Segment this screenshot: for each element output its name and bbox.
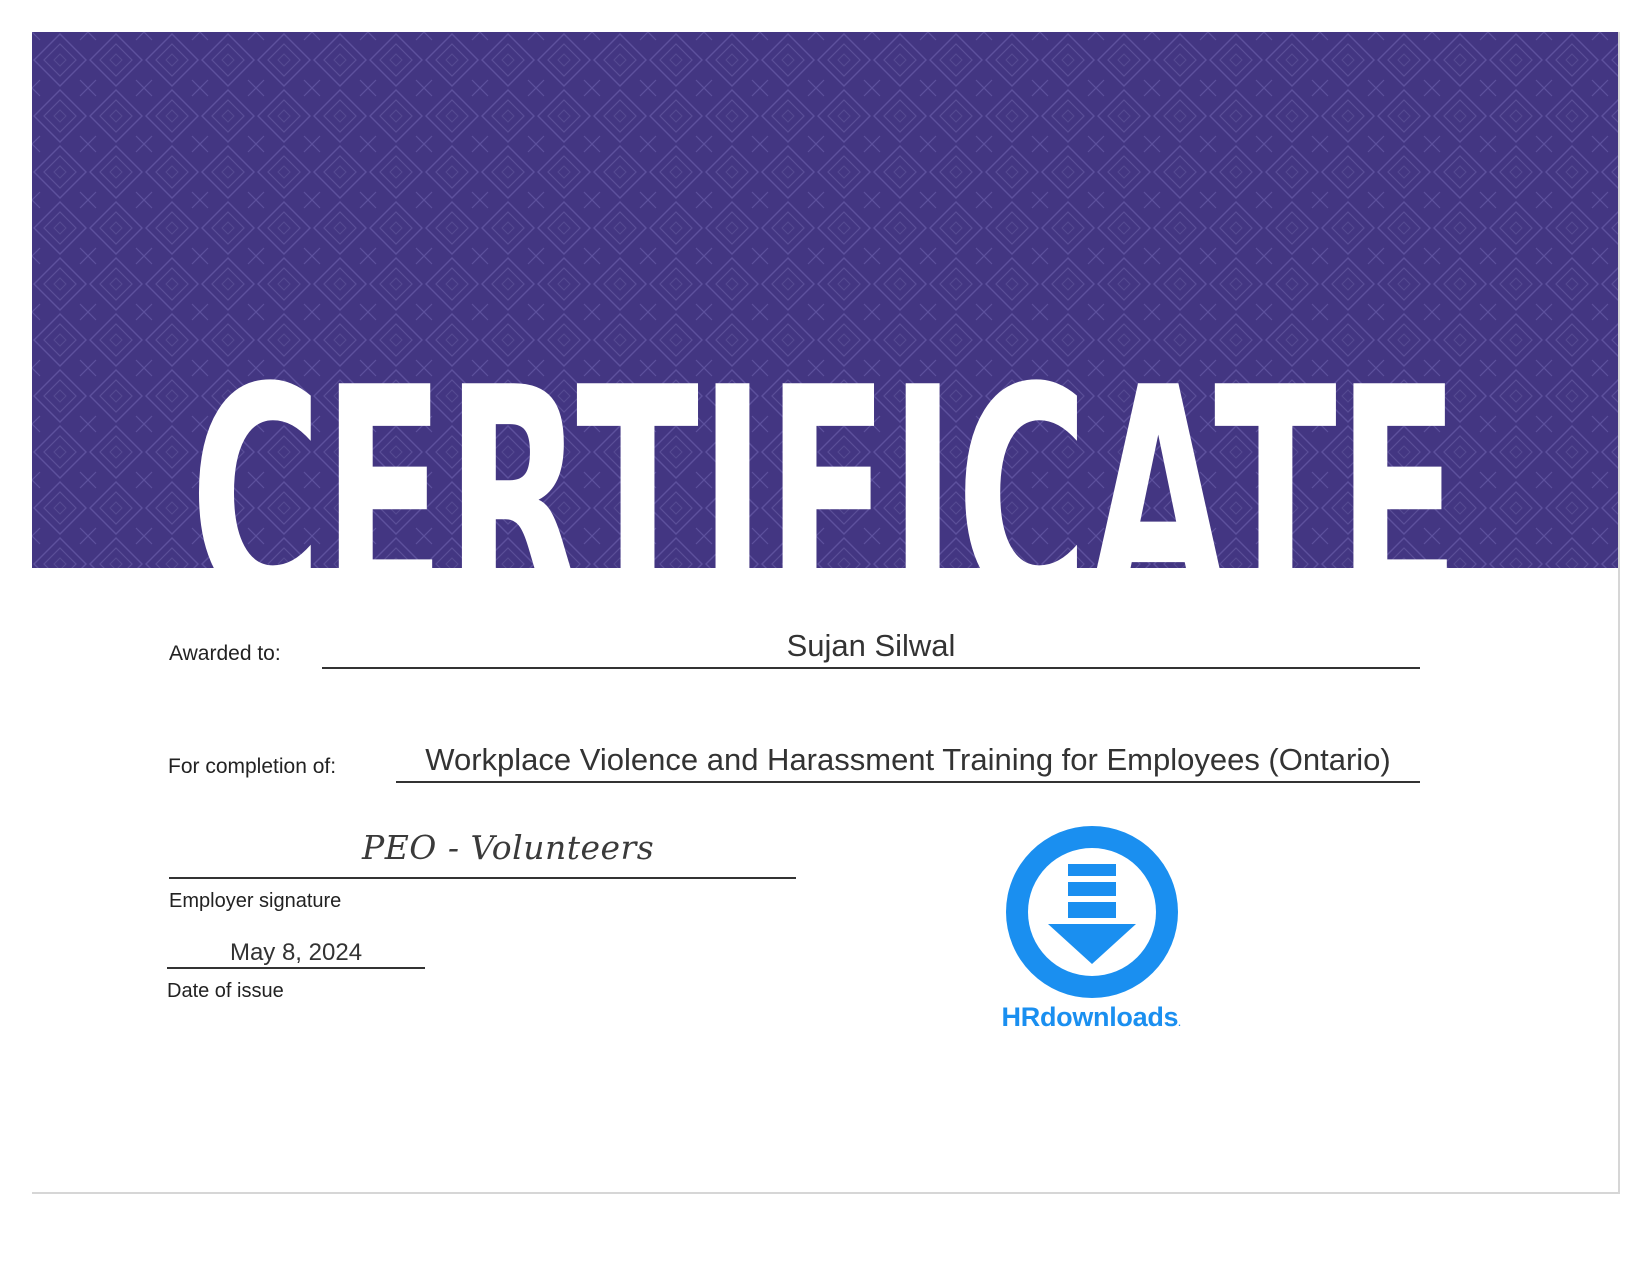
svg-text:CERTIFICATE: CERTIFICATE (190, 324, 1460, 568)
recipient-name: Sujan Silwal (786, 628, 956, 663)
header-banner: CERTIFICATE (32, 32, 1618, 568)
completion-line (396, 781, 1420, 783)
completion-label: For completion of: (168, 755, 337, 778)
awarded-to-label: Awarded to: (169, 642, 281, 665)
employer-signature: PEO - Volunteers (362, 828, 655, 867)
issue-date: May 8, 2024 (229, 939, 363, 966)
hrdownloads-logo: HRdownloads. (978, 826, 1198, 1076)
certificate-page: CERTIFICATE Awarded to: Sujan Silwal For… (32, 32, 1620, 1194)
course-name: Workplace Violence and Harassment Traini… (425, 742, 1391, 777)
signature-line (169, 877, 796, 879)
certificate-title: CERTIFICATE (32, 290, 1618, 568)
awarded-to-line (322, 667, 1420, 669)
logo-wordmark: HRdownloads. (1001, 1002, 1181, 1032)
date-label: Date of issue (167, 980, 284, 1002)
date-line (167, 967, 425, 969)
signature-label: Employer signature (169, 890, 342, 912)
download-arrow-icon (1006, 826, 1178, 998)
